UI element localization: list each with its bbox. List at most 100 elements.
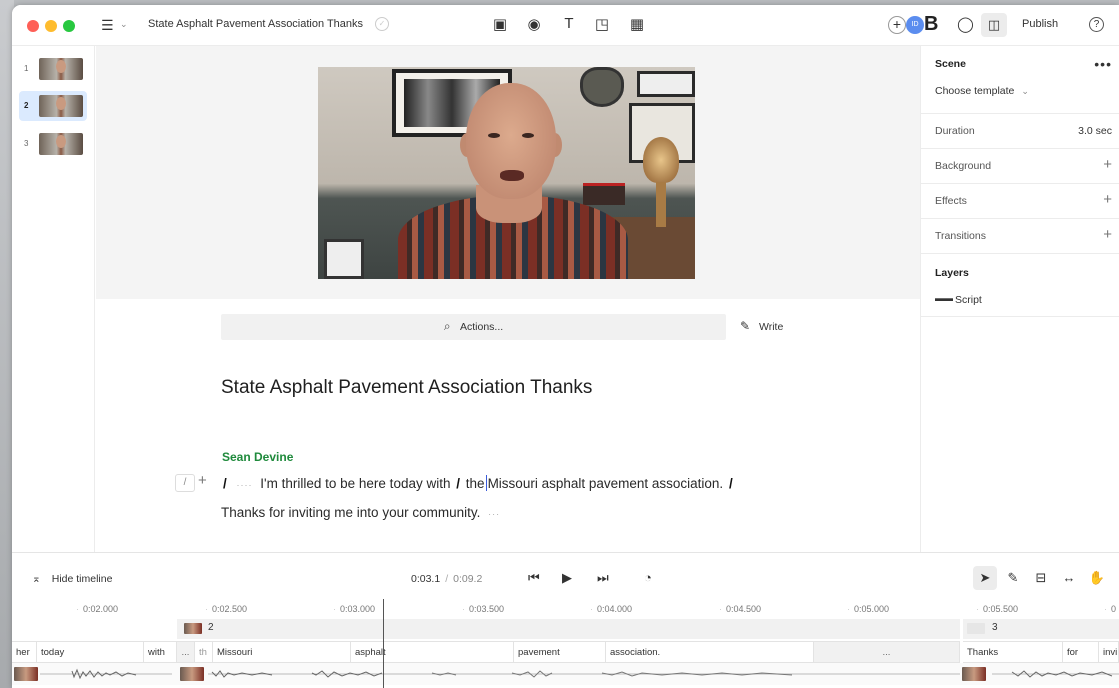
top-bar: ☰ ⌄ State Asphalt Pavement Association T… [12,5,1119,46]
hand-tool-icon[interactable]: ✋ [1085,566,1109,590]
actions-label: Actions... [460,321,504,333]
speed-gauge-icon[interactable]: ◔ [644,570,652,585]
draw-tool-icon[interactable]: ✎ [1001,566,1025,590]
word-clip[interactable]: th [195,641,213,663]
actions-button[interactable]: ⌕ Actions... [221,314,726,340]
app-window: ☰ ⌄ State Asphalt Pavement Association T… [12,5,1119,688]
add-background-plus-icon[interactable]: + [1103,156,1112,173]
word-clip[interactable]: her [12,641,37,663]
publish-button[interactable]: Publish [1022,18,1058,30]
ruler-tick: · 0:02.000 [76,604,119,614]
document-title[interactable]: State Asphalt Pavement Association Thank… [148,18,363,30]
script-text: the [465,476,485,491]
word-clip[interactable]: today [37,641,144,663]
text-cursor [485,475,487,491]
time-readout: 0:03.1 / 0:09.2 [411,573,482,585]
speaker-name[interactable]: Sean Devine [222,450,293,464]
write-button[interactable]: ✎ Write [740,319,783,333]
scene-track-3[interactable]: 3 [963,619,1119,639]
effects-section: Effects + [921,184,1119,219]
ruler-tick: · 0:03.000 [333,604,376,614]
scene-track-2[interactable]: 2 [177,619,960,639]
scene-track-label: 2 [208,622,214,633]
add-transition-plus-icon[interactable]: + [1103,226,1112,243]
clip-tool-icon[interactable]: ⊟ [1029,566,1053,590]
comment-icon[interactable]: ◯ [957,15,974,33]
word-clip[interactable]: association. [606,641,814,663]
cut-mark: / [456,476,461,491]
ruler-tick: · 0:05.000 [847,604,890,614]
avatar-letter[interactable]: B [924,13,938,36]
cut-mark: / [223,476,227,491]
record-tool-icon[interactable]: ◉ [524,15,544,33]
media-tool-icon[interactable]: ▣ [490,15,510,33]
play-icon[interactable]: ▶ [562,570,572,586]
choose-template-label: Choose template [935,85,1015,97]
script-title[interactable]: State Asphalt Pavement Association Thank… [221,377,592,399]
total-time: 0:09.2 [453,573,483,585]
scene-thumbnail-3[interactable]: 3 [19,129,87,159]
word-clip[interactable]: invi [1099,641,1119,663]
hide-timeline-button[interactable]: ⌅ Hide timeline [32,573,112,585]
add-effect-plus-icon[interactable]: + [1103,191,1112,208]
transitions-section: Transitions + [921,219,1119,254]
scene-thumbnail-2[interactable]: 2 [19,91,87,121]
stretch-tool-icon[interactable]: ↔ [1057,566,1081,590]
add-collaborator-plus-icon[interactable]: + [888,16,906,34]
close-window-button[interactable] [27,20,39,32]
write-label: Write [758,321,784,333]
word-clip[interactable]: Thanks [963,641,1063,663]
ruler-tick: · 0:03.500 [462,604,505,614]
choose-template-dropdown[interactable]: Choose template ⌄ [935,85,1029,97]
insert-cut-button[interactable]: / [175,474,195,492]
chevron-down-icon[interactable]: ⌄ [120,19,128,30]
maximize-window-button[interactable] [63,20,75,32]
scene-section: Scene ••• Choose template ⌄ [921,46,1119,114]
avatar[interactable]: ID [906,16,924,34]
clip-thumb-icon [962,667,986,681]
audio-waveform-track[interactable] [12,663,1119,685]
scene-thumbnail-1[interactable]: 1 [19,54,87,84]
script-text: Missouri asphalt pavement association. [487,476,724,491]
skip-forward-icon[interactable]: ⏭ [597,570,609,586]
video-preview[interactable] [318,67,695,279]
minimize-window-button[interactable] [45,20,57,32]
word-clip[interactable]: for [1063,641,1099,663]
layer-item-script[interactable]: Script [955,294,982,306]
hide-timeline-label: Hide timeline [51,573,113,585]
scene-label: Scene [935,58,966,70]
script-text: Thanks for inviting me into your communi… [221,505,481,520]
scene-number: 1 [24,64,29,73]
text-tool-icon[interactable]: T [559,15,579,32]
scene-preview-image [39,133,83,155]
more-options-icon[interactable]: ••• [1094,56,1112,72]
script-line[interactable]: Thanks for inviting me into your communi… [221,505,504,520]
scene-number: 2 [24,101,29,110]
pause-mark: ··· [488,509,501,519]
layers-section: Layers ▬▬ Script [921,254,1119,317]
duration-value[interactable]: 3.0 sec [1078,125,1112,137]
scene-thumb-icon [184,623,202,634]
select-tool-icon[interactable]: ➤ [973,566,997,590]
word-clip[interactable]: asphalt [351,641,514,663]
word-clip[interactable]: Missouri [213,641,351,663]
script-line[interactable]: / ···· I'm thrilled to be here today wit… [221,475,735,491]
add-row-plus-icon[interactable]: + [198,472,207,489]
document-menu-icon[interactable]: ☰ [101,17,114,34]
help-icon[interactable]: ? [1089,17,1104,32]
grid-tool-icon[interactable]: ▦ [627,15,647,33]
pause-clip[interactable]: ... [177,641,195,663]
chevron-down-icon: ⌄ [1021,86,1029,96]
word-clip[interactable]: with [144,641,177,663]
skip-back-icon[interactable]: ⏮ [528,570,540,586]
panel-toggle-button[interactable]: ◫ [981,13,1007,37]
scene-number: 3 [24,139,29,148]
clip-thumb-icon [14,667,38,681]
time-ruler[interactable]: · 0:02.000 · 0:02.500 · 0:03.000 · 0:03.500 … [12,599,1119,619]
script-text: I'm thrilled to be here today with [260,476,451,491]
word-clip[interactable]: pavement [514,641,606,663]
playhead[interactable] [383,599,384,688]
saved-check-icon: ✓ [375,17,389,31]
pause-clip[interactable]: ... [814,641,960,663]
shape-tool-icon[interactable]: ◳ [592,15,612,33]
